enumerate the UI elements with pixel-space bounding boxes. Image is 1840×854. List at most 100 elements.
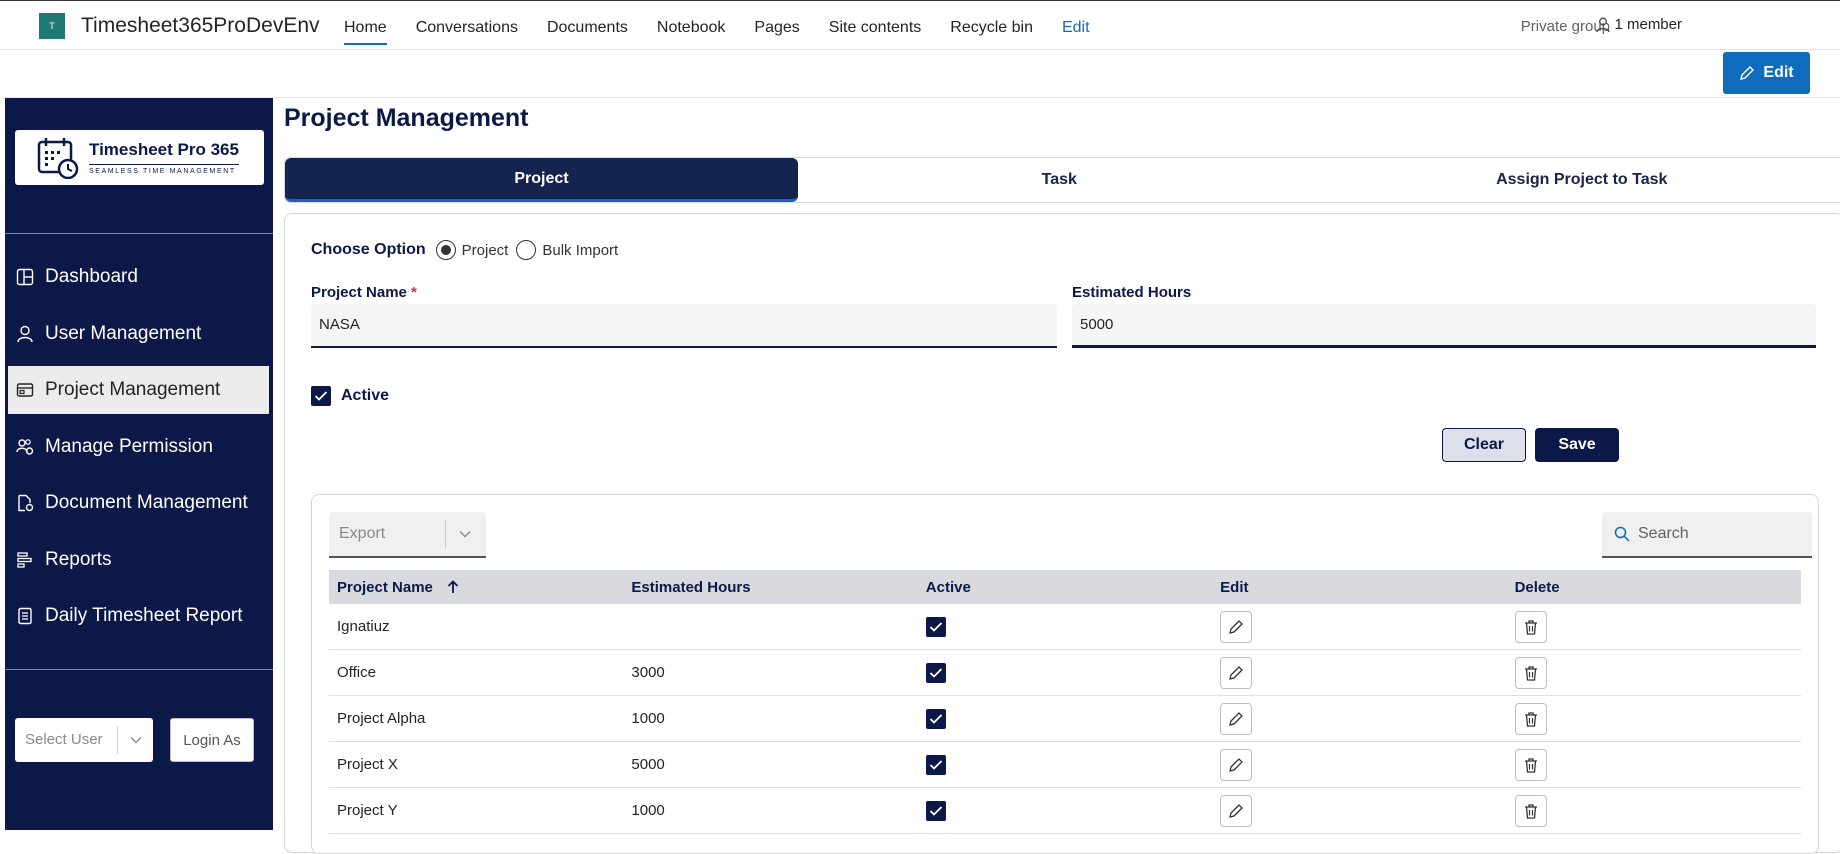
nav-edit-link[interactable]: Edit bbox=[1062, 1, 1090, 51]
cell-project-name: Project Y bbox=[329, 802, 623, 819]
tab-project[interactable]: Project bbox=[285, 158, 798, 202]
sidebar-item-user-management[interactable]: User Management bbox=[5, 310, 273, 358]
estimated-hours-label: Estimated Hours bbox=[1072, 284, 1191, 301]
cell-estimated-hours: 1000 bbox=[623, 710, 917, 727]
column-label: Project Name bbox=[337, 579, 433, 596]
cell-edit bbox=[1212, 657, 1506, 689]
sidebar-item-project-management[interactable]: Project Management bbox=[8, 366, 269, 414]
estimated-hours-input[interactable]: 5000 bbox=[1072, 304, 1816, 348]
sidebar-item-dashboard[interactable]: Dashboard bbox=[5, 253, 273, 301]
table-header: Project Name Estimated Hours Active Edit… bbox=[329, 570, 1801, 604]
site-title[interactable]: Timesheet365ProDevEnv bbox=[81, 14, 320, 38]
search-placeholder: Search bbox=[1638, 525, 1689, 543]
tab-assign-project-to-task[interactable]: Assign Project to Task bbox=[1321, 158, 1840, 202]
column-project-name[interactable]: Project Name bbox=[329, 579, 623, 596]
tab-list: Project Task Assign Project to Task bbox=[284, 157, 1840, 203]
cell-delete bbox=[1507, 703, 1801, 735]
edit-page-button[interactable]: Edit bbox=[1723, 52, 1810, 94]
checkmark-icon[interactable] bbox=[926, 663, 946, 683]
edit-row-button[interactable] bbox=[1220, 795, 1252, 827]
login-as-button[interactable]: Login As bbox=[170, 718, 254, 762]
document-settings-icon bbox=[15, 493, 35, 513]
sidebar-item-label: User Management bbox=[45, 323, 201, 345]
select-user-dropdown[interactable]: Select User bbox=[15, 718, 153, 762]
radio-project[interactable]: Project bbox=[436, 240, 509, 260]
sidebar-item-manage-permission[interactable]: Manage Permission bbox=[5, 423, 273, 471]
person-icon bbox=[1596, 17, 1610, 33]
nav-notebook[interactable]: Notebook bbox=[657, 1, 726, 51]
project-name-input[interactable]: NASA bbox=[311, 304, 1057, 348]
choose-option-group: Choose Option Project Bulk Import bbox=[311, 240, 626, 260]
sidebar-item-label: Project Management bbox=[45, 379, 220, 401]
save-button[interactable]: Save bbox=[1535, 428, 1619, 462]
checkmark-icon[interactable] bbox=[926, 755, 946, 775]
column-edit: Edit bbox=[1212, 579, 1506, 596]
site-logo[interactable]: T bbox=[39, 13, 65, 39]
sidebar-item-label: Reports bbox=[45, 549, 112, 571]
tab-task[interactable]: Task bbox=[798, 158, 1321, 202]
nav-home[interactable]: Home bbox=[344, 1, 387, 51]
column-estimated-hours[interactable]: Estimated Hours bbox=[623, 579, 917, 596]
nav-recycle-bin[interactable]: Recycle bin bbox=[950, 1, 1033, 51]
sidebar-item-label: Manage Permission bbox=[45, 436, 213, 458]
clear-button[interactable]: Clear bbox=[1442, 428, 1526, 462]
pencil-icon bbox=[1739, 65, 1755, 81]
cell-active bbox=[918, 801, 1212, 821]
edit-row-button[interactable] bbox=[1220, 749, 1252, 781]
choose-option-label: Choose Option bbox=[311, 241, 426, 259]
trash-icon bbox=[1523, 757, 1539, 773]
edit-row-button[interactable] bbox=[1220, 703, 1252, 735]
nav-documents[interactable]: Documents bbox=[547, 1, 628, 51]
command-bar: Edit bbox=[5, 50, 1840, 98]
search-box[interactable]: Search bbox=[1602, 512, 1812, 558]
table-row: Office 3000 bbox=[329, 650, 1801, 696]
projects-table: Project Name Estimated Hours Active Edit… bbox=[329, 570, 1801, 834]
project-name-label-text: Project Name bbox=[311, 284, 407, 301]
checkmark-icon[interactable] bbox=[926, 617, 946, 637]
report-list-icon bbox=[15, 606, 35, 626]
trash-icon bbox=[1523, 665, 1539, 681]
nav-conversations[interactable]: Conversations bbox=[416, 1, 518, 51]
export-dropdown[interactable]: Export bbox=[329, 512, 486, 558]
edit-row-button[interactable] bbox=[1220, 657, 1252, 689]
cell-active bbox=[918, 663, 1212, 683]
delete-row-button[interactable] bbox=[1515, 703, 1547, 735]
checkmark-icon[interactable] bbox=[926, 801, 946, 821]
cell-project-name: Office bbox=[329, 664, 623, 681]
delete-row-button[interactable] bbox=[1515, 795, 1547, 827]
checkmark-icon[interactable] bbox=[926, 709, 946, 729]
edit-row-button[interactable] bbox=[1220, 611, 1252, 643]
brand-name: Timesheet Pro 365 bbox=[89, 140, 239, 160]
delete-row-button[interactable] bbox=[1515, 749, 1547, 781]
table-row: Project Alpha 1000 bbox=[329, 696, 1801, 742]
column-active[interactable]: Active bbox=[918, 579, 1212, 596]
active-checkbox[interactable]: Active bbox=[311, 386, 389, 406]
cell-edit bbox=[1212, 749, 1506, 781]
delete-row-button[interactable] bbox=[1515, 657, 1547, 689]
nav-site-contents[interactable]: Site contents bbox=[829, 1, 922, 51]
search-icon bbox=[1614, 526, 1630, 542]
chevron-down-icon bbox=[118, 736, 153, 744]
sidebar-item-reports[interactable]: Reports bbox=[5, 536, 273, 584]
chevron-down-icon bbox=[446, 530, 484, 538]
pencil-icon bbox=[1228, 711, 1244, 727]
cell-active bbox=[918, 709, 1212, 729]
cell-estimated-hours: 1000 bbox=[623, 802, 917, 819]
column-delete: Delete bbox=[1507, 579, 1801, 596]
sidebar-item-label: Dashboard bbox=[45, 266, 138, 288]
nav-pages[interactable]: Pages bbox=[754, 1, 799, 51]
project-form-card: Choose Option Project Bulk Import Projec… bbox=[284, 213, 1840, 853]
radio-bulk-import[interactable]: Bulk Import bbox=[516, 240, 618, 260]
sidebar-divider bbox=[5, 233, 273, 234]
members-button[interactable]: 1 member bbox=[1596, 16, 1682, 33]
user-icon bbox=[15, 324, 35, 344]
delete-row-button[interactable] bbox=[1515, 611, 1547, 643]
sort-ascending-icon bbox=[447, 580, 459, 594]
sidebar-item-daily-timesheet-report[interactable]: Daily Timesheet Report bbox=[5, 592, 273, 640]
cell-estimated-hours: 5000 bbox=[623, 756, 917, 773]
select-user-placeholder: Select User bbox=[15, 726, 118, 754]
site-header: T Timesheet365ProDevEnv Home Conversatio… bbox=[0, 0, 1840, 50]
sidebar-item-document-management[interactable]: Document Management bbox=[5, 479, 273, 527]
brand-tagline: SEAMLESS TIME MANAGEMENT bbox=[89, 164, 239, 175]
cell-project-name: Project X bbox=[329, 756, 623, 773]
